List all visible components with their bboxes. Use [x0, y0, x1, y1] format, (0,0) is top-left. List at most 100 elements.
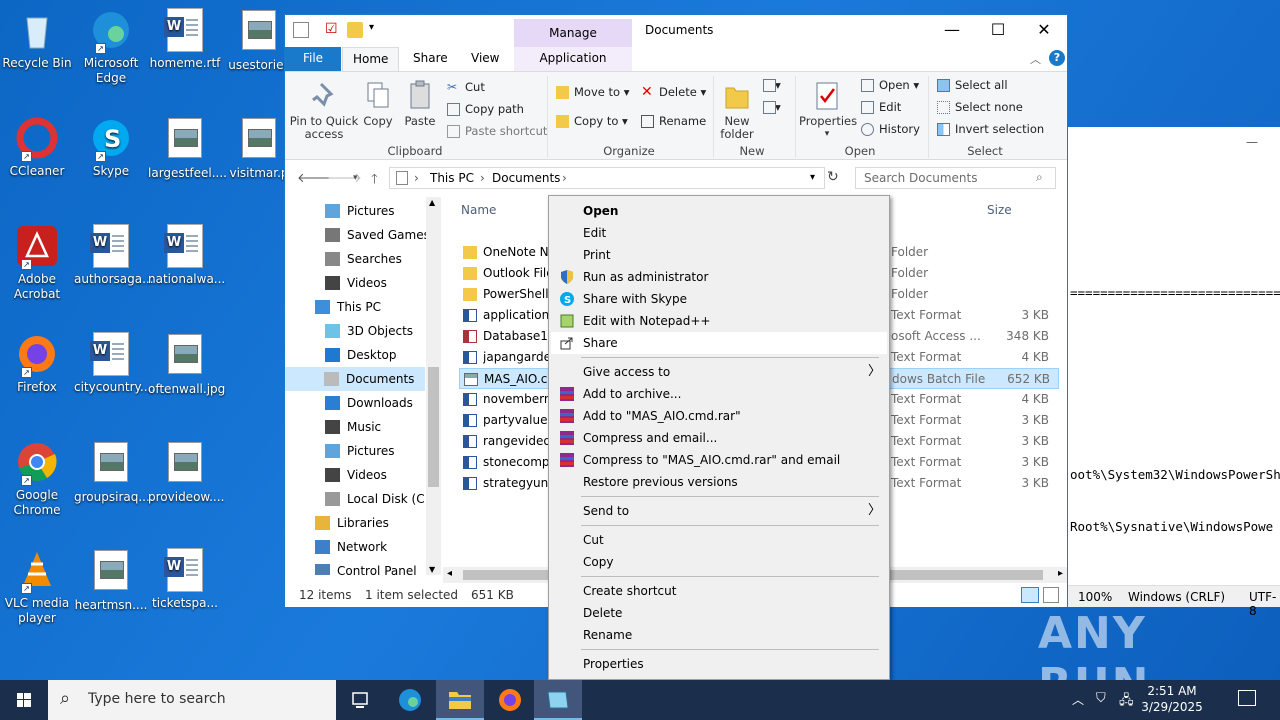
nav-item[interactable]: This PC — [315, 295, 381, 319]
desktop-icon[interactable]: provideow.... — [148, 440, 224, 505]
move-to-button[interactable]: Move to ▾ — [554, 83, 629, 101]
desktop-icon[interactable]: Wnationalwa... — [148, 224, 225, 287]
start-button[interactable] — [0, 680, 48, 720]
column-header-name[interactable]: Name — [461, 203, 496, 217]
nav-item[interactable]: Network — [315, 535, 387, 559]
column-header-size[interactable]: Size — [987, 203, 1012, 217]
security-tray-icon[interactable]: ⛉ — [1096, 691, 1106, 706]
check-qat-icon[interactable]: ☑ — [325, 22, 341, 38]
desktop-icon[interactable]: Recycle Bin — [0, 8, 74, 71]
menu-item[interactable]: Edit — [551, 222, 887, 244]
menu-item[interactable]: Properties — [551, 653, 887, 675]
desktop-icon[interactable]: ↗ VLC media player — [0, 548, 74, 626]
select-none-button[interactable]: Select none — [935, 98, 1023, 116]
network-tray-icon[interactable]: 🖧 — [1119, 691, 1134, 713]
menu-item[interactable]: Add to archive... — [551, 383, 887, 405]
taskbar-search-box[interactable]: ⌕ Type here to search — [48, 680, 336, 720]
paste-shortcut-button[interactable]: Paste shortcut — [445, 122, 547, 140]
paste-button[interactable]: Paste — [401, 80, 439, 128]
desktop-icon[interactable]: ↗ CCleaner — [0, 116, 74, 179]
menu-item[interactable]: Compress to "MAS_AIO.cmd.rar" and email — [551, 449, 887, 471]
desktop-icon[interactable]: S ↗ Skype — [74, 116, 148, 179]
nav-item[interactable]: Saved Games — [325, 223, 430, 247]
nav-item[interactable]: Libraries — [315, 511, 389, 535]
menu-item[interactable]: Give access to 〉 — [551, 361, 887, 383]
desktop-icon[interactable]: Wticketspa... — [148, 548, 222, 611]
nav-item[interactable]: Downloads — [325, 391, 413, 415]
pin-quick-access-button[interactable]: Pin to Quick access — [289, 80, 359, 141]
nav-item[interactable]: Pictures — [325, 199, 395, 223]
desktop-icon[interactable]: Wcitycountry.... — [74, 332, 155, 395]
nav-item[interactable]: Music — [325, 415, 381, 439]
help-icon[interactable]: ? — [1049, 50, 1065, 66]
menu-item[interactable]: Copy — [551, 551, 887, 573]
collapse-ribbon-icon[interactable]: ︿ — [1030, 51, 1041, 67]
maximize-button[interactable]: ☐ — [975, 15, 1021, 45]
nav-item[interactable]: Videos — [325, 271, 387, 295]
desktop-icon[interactable]: largestfeel.... — [148, 116, 227, 181]
edit-button[interactable]: Edit — [859, 98, 901, 116]
desktop-icon[interactable]: ↗ Firefox — [0, 332, 74, 395]
nav-item[interactable]: Documents — [285, 367, 425, 391]
show-hidden-icons[interactable]: ︿ — [1072, 691, 1084, 708]
desktop-icon[interactable]: groupsiraq.... — [74, 440, 154, 505]
search-input[interactable]: Search Documents ⌕ — [855, 167, 1056, 189]
menu-item[interactable]: Create shortcut — [551, 580, 887, 602]
desktop-icon[interactable]: heartmsn.... — [74, 548, 148, 613]
nav-item[interactable]: 3D Objects — [325, 319, 413, 343]
desktop-icon[interactable]: oftenwall.jpg — [148, 332, 225, 397]
delete-button[interactable]: ✕ Delete ▾ — [639, 83, 706, 101]
tab-view[interactable]: View — [461, 47, 509, 71]
minimize-button[interactable]: — — [929, 15, 975, 45]
open-button[interactable]: Open ▾ — [859, 76, 919, 94]
nav-item[interactable]: Pictures — [325, 439, 395, 463]
tab-home[interactable]: Home — [342, 47, 400, 72]
taskbar-notepad-button[interactable] — [534, 680, 582, 720]
nav-scrollbar-thumb[interactable] — [428, 367, 439, 487]
desktop-icon[interactable]: ↗ Google Chrome — [0, 440, 74, 518]
properties-button[interactable]: Properties ▾ — [799, 80, 857, 141]
desktop-icon[interactable]: Whomeme.rtf — [148, 8, 222, 71]
taskbar-clock[interactable]: 2:51 AM 3/29/2025 — [1138, 683, 1206, 715]
tab-application-tools[interactable]: Application Tools — [514, 47, 632, 87]
tab-file[interactable]: File — [285, 47, 341, 71]
new-folder-qat-icon[interactable] — [347, 22, 363, 38]
scroll-down-icon[interactable]: ▼ — [429, 565, 435, 574]
scroll-up-icon[interactable]: ▲ — [429, 198, 435, 207]
menu-item[interactable]: Print — [551, 244, 887, 266]
nav-item[interactable]: Control Panel — [315, 559, 417, 575]
refresh-icon[interactable]: ↻ — [827, 169, 839, 185]
qat-dropdown-icon[interactable]: ▾ — [369, 22, 385, 38]
nav-scrollbar[interactable]: ▲ ▼ — [426, 197, 441, 575]
menu-item[interactable]: Send to 〉 — [551, 500, 887, 522]
menu-item[interactable]: Add to "MAS_AIO.cmd.rar" — [551, 405, 887, 427]
taskbar-explorer-button[interactable] — [436, 680, 484, 720]
scroll-right-icon[interactable]: ▸ — [1058, 568, 1063, 579]
menu-item[interactable]: S Share with Skype — [551, 288, 887, 310]
taskbar-edge-button[interactable] — [386, 680, 434, 720]
properties-qat-icon[interactable] — [293, 22, 309, 38]
notepad-minimize-button[interactable]: — — [1246, 135, 1258, 149]
menu-item[interactable]: Open — [551, 200, 887, 222]
menu-item[interactable]: Edit with Notepad++ — [551, 310, 887, 332]
rename-button[interactable]: Rename — [639, 112, 706, 130]
nav-item[interactable]: Desktop — [325, 343, 397, 367]
select-all-button[interactable]: Select all — [935, 76, 1008, 94]
nav-item[interactable]: Videos — [325, 463, 387, 487]
menu-item[interactable]: Delete — [551, 602, 887, 624]
desktop-icon[interactable]: ↗ Microsoft Edge — [74, 8, 148, 86]
task-view-button[interactable] — [336, 680, 384, 720]
close-button[interactable]: ✕ — [1021, 15, 1067, 45]
nav-item[interactable]: Local Disk (C:) — [325, 487, 433, 511]
invert-selection-button[interactable]: Invert selection — [935, 120, 1044, 138]
desktop-icon[interactable]: Wauthorsaga... — [74, 224, 154, 287]
cut-button[interactable]: ✂ Cut — [445, 78, 485, 96]
taskbar-firefox-button[interactable] — [486, 680, 534, 720]
tab-share[interactable]: Share — [403, 47, 458, 71]
breadcrumb-this-pc[interactable]: This PC — [430, 171, 474, 185]
menu-item[interactable]: Cut — [551, 529, 887, 551]
recent-locations-icon[interactable]: ▾ — [353, 173, 358, 183]
desktop-icon[interactable]: ↗ Adobe Acrobat — [0, 224, 74, 302]
copy-button[interactable]: Copy — [361, 80, 395, 128]
breadcrumb-documents[interactable]: Documents — [492, 171, 560, 185]
